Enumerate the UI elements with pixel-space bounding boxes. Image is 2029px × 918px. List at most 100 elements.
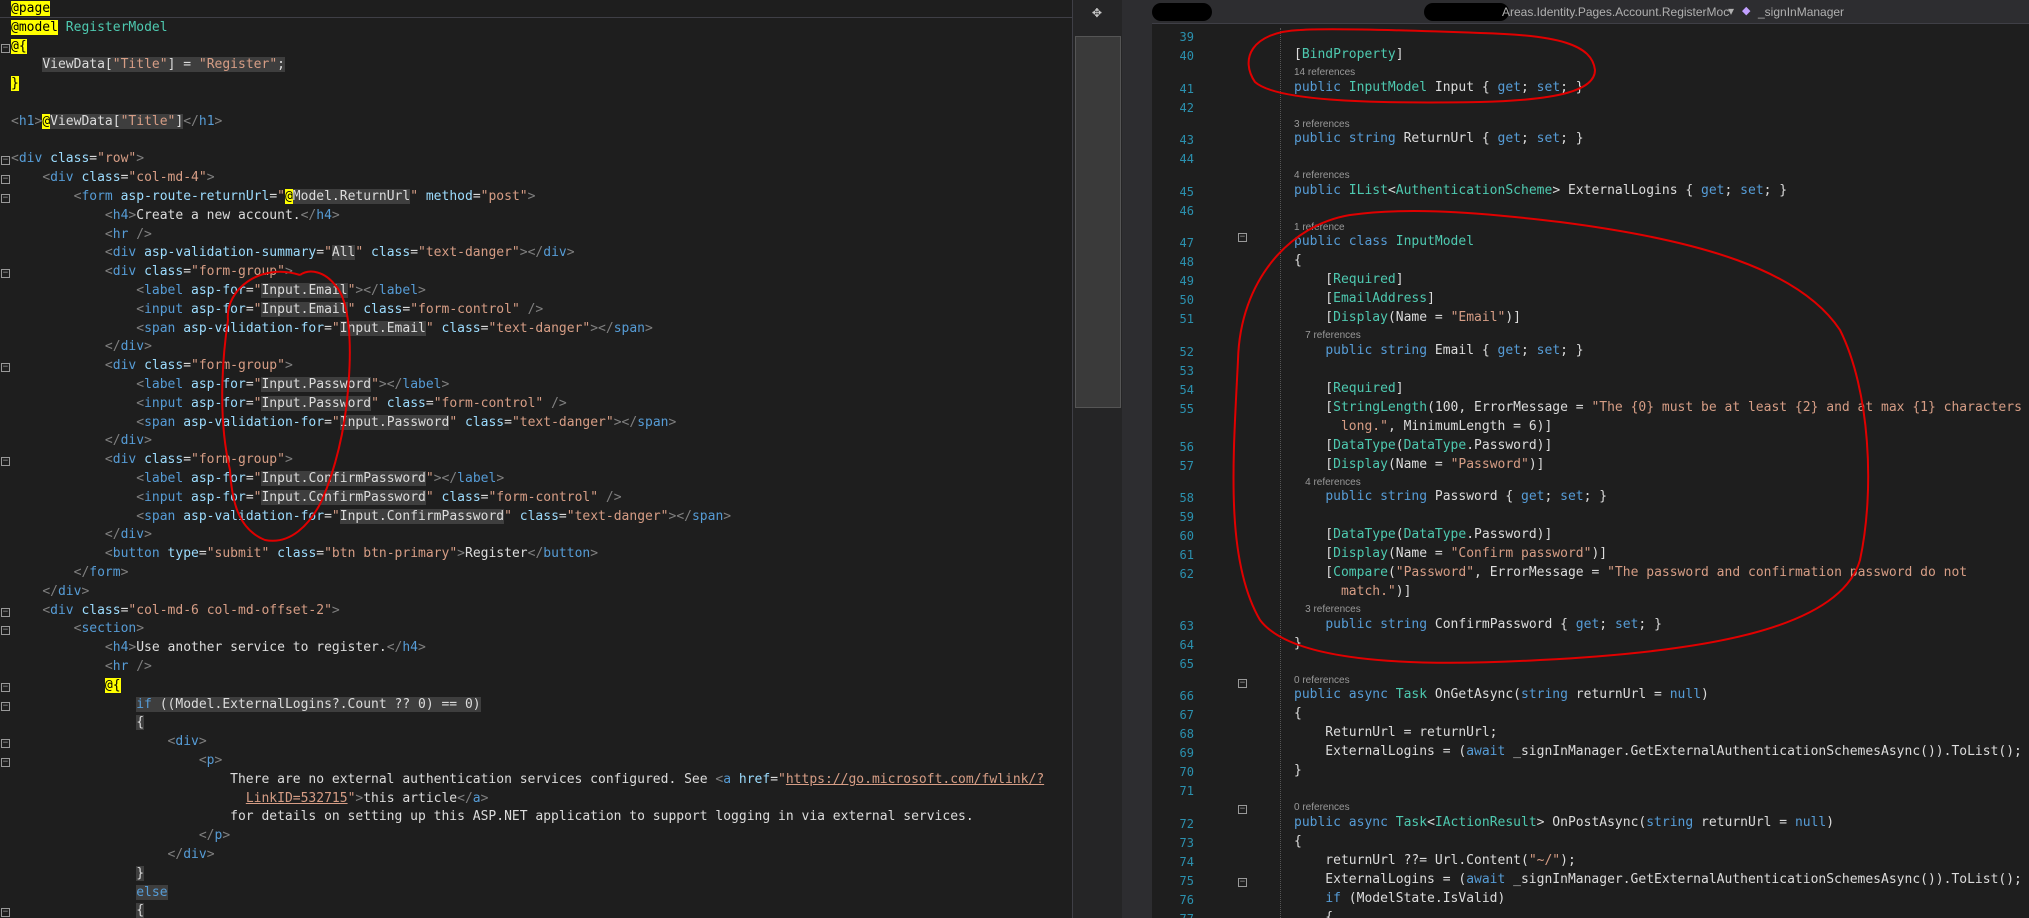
fold-toggle-icon[interactable]: − — [1, 269, 10, 279]
codelens-references[interactable]: 0 references — [1294, 802, 1350, 813]
minimap[interactable] — [1072, 0, 1122, 918]
right-code-line: [Display(Name = "Password")] — [1294, 456, 1545, 472]
right-code-line: [DataType(DataType.Password)] — [1294, 437, 1553, 453]
codelens-references[interactable]: 0 references — [1294, 675, 1350, 686]
right-code-line: returnUrl ??= Url.Content("~/"); — [1294, 852, 1576, 868]
left-code-editor[interactable]: @page @model RegisterModel @{ ViewData["Ti… — [0, 0, 1072, 918]
codelens-references[interactable]: 7 references — [1294, 330, 1361, 341]
right-code-line: public async Task<IActionResult> OnPostA… — [1294, 814, 1835, 830]
left-code-line: <hr /> — [104, 226, 152, 242]
codelens-references[interactable]: 14 references — [1294, 67, 1355, 78]
left-code-line: ViewData["Title"] = "Register"; — [42, 57, 285, 73]
redacted-project-dropdown[interactable] — [1152, 3, 1212, 21]
fold-toggle-icon[interactable]: − — [1, 626, 10, 636]
fold-toggle-icon[interactable]: − — [1, 758, 10, 767]
right-code-line: public string ReturnUrl { get; set; } — [1294, 131, 1584, 146]
left-code-line: else — [136, 884, 168, 900]
fold-toggle-icon[interactable]: − — [1, 156, 10, 166]
line-number: 56 — [1179, 439, 1194, 454]
right-code-line: [Display(Name = "Confirm password")] — [1294, 546, 1608, 561]
left-code-line: <h4>Use another service to register.</h4… — [104, 640, 426, 656]
left-code-line: for details on setting up this ASP.NET a… — [11, 809, 974, 825]
left-code-line: <div asp-validation-summary="All" class=… — [104, 245, 575, 261]
left-code-line: <label asp-for="Input.Password"></label> — [136, 377, 450, 392]
line-number: 61 — [1179, 548, 1194, 562]
right-code-line: public async Task OnGetAsync(string retu… — [1294, 687, 1709, 702]
line-number: 67 — [1179, 708, 1194, 722]
fold-toggle-icon[interactable]: − — [1, 175, 10, 185]
fold-toggle-icon[interactable]: − — [1, 701, 10, 711]
right-code-line: [DataType(DataType.Password)] — [1294, 527, 1553, 542]
line-number: 44 — [1179, 152, 1194, 166]
left-code-line: @model RegisterModel — [11, 19, 168, 35]
type-dropdown[interactable]: Areas.Identity.Pages.Account.RegisterMoc — [1502, 5, 1729, 19]
left-code-line: <hr /> — [104, 659, 152, 674]
fold-toggle-icon[interactable]: − — [1238, 805, 1247, 814]
line-number: 43 — [1179, 133, 1194, 147]
member-dropdown[interactable]: _signInManager — [1758, 5, 1844, 19]
fold-toggle-icon[interactable]: − — [1238, 233, 1247, 242]
left-code-line: { — [136, 903, 145, 918]
left-code-line: <div class="form-group"> — [104, 264, 293, 280]
left-code-line: <span asp-validation-for="Input.Password… — [136, 414, 677, 430]
left-code-line: <h1>@ViewData["Title"]</h1> — [11, 113, 223, 129]
fold-toggle-icon[interactable]: − — [1, 739, 10, 749]
right-code-line: match.")] — [1340, 584, 1412, 599]
line-number: 73 — [1179, 835, 1194, 850]
left-code-line: </div> — [104, 339, 152, 355]
line-number: 65 — [1179, 656, 1194, 671]
fold-toggle-icon[interactable]: − — [1, 682, 10, 692]
line-number: 63 — [1179, 618, 1194, 633]
line-number: 70 — [1179, 765, 1194, 779]
line-number: 75 — [1179, 873, 1194, 888]
codelens-references[interactable]: 4 references — [1294, 170, 1350, 181]
pane-divider[interactable] — [1132, 0, 1152, 918]
line-number: 42 — [1179, 100, 1194, 115]
codelens-references[interactable]: 4 references — [1294, 477, 1361, 488]
left-code-line: <input asp-for="Input.Email" class="form… — [136, 301, 544, 317]
left-code-line: <label asp-for="Input.ConfirmPassword"><… — [136, 471, 505, 486]
minimap-viewport[interactable] — [1075, 36, 1121, 408]
fold-toggle-icon[interactable]: − — [1, 363, 10, 373]
right-code-line: [Compare("Password", ErrorMessage = "The… — [1294, 565, 1968, 580]
navigation-bar: Areas.Identity.Pages.Account.RegisterMoc… — [1152, 0, 2029, 24]
codelens-references[interactable]: 1 reference — [1294, 222, 1345, 233]
line-number: 51 — [1179, 312, 1194, 326]
right-code-line: { — [1294, 833, 1302, 849]
fold-toggle-icon[interactable]: − — [1238, 679, 1247, 688]
fold-toggle-icon[interactable]: − — [1238, 878, 1247, 887]
right-code-editor[interactable]: Areas.Identity.Pages.Account.RegisterMoc… — [1152, 0, 2029, 918]
line-number: 72 — [1179, 816, 1194, 831]
line-number: 57 — [1179, 458, 1194, 473]
fold-toggle-icon[interactable]: − — [1, 194, 10, 203]
line-number: 55 — [1179, 401, 1194, 416]
fold-toggle-icon[interactable]: − — [1, 607, 10, 617]
line-number: 77 — [1152, 912, 1194, 918]
left-code-line: <div class="row"> — [11, 151, 145, 167]
right-code-line: public string Email { get; set; } — [1325, 342, 1584, 358]
left-code-line: LinkID=532715">this article</a> — [245, 790, 489, 806]
line-number: 41 — [1179, 81, 1194, 96]
line-number: 58 — [1179, 491, 1194, 505]
fold-toggle-icon[interactable]: − — [1, 908, 10, 918]
right-code-line: [Display(Name = "Email")] — [1294, 310, 1522, 325]
left-editor-top-border — [0, 0, 1072, 18]
left-code-line: <input asp-for="Input.ConfirmPassword" c… — [136, 489, 622, 505]
line-number: 52 — [1179, 344, 1194, 359]
line-number: 66 — [1179, 689, 1194, 703]
fold-toggle-icon[interactable]: − — [1, 43, 10, 53]
right-code-line: ExternalLogins = (await _signInManager.G… — [1294, 744, 2022, 759]
split-move-icon[interactable]: ✥ — [1082, 2, 1112, 22]
line-number: 47 — [1179, 236, 1194, 250]
left-code-line: } — [136, 865, 145, 881]
codelens-references[interactable]: 3 references — [1294, 119, 1350, 130]
vertical-scrollbar[interactable] — [1122, 0, 1132, 918]
left-code-line: <div class="col-md-6 col-md-offset-2"> — [42, 602, 340, 618]
line-number: 40 — [1179, 49, 1194, 63]
codelens-references[interactable]: 3 references — [1294, 604, 1361, 615]
left-code-line: </div> — [104, 527, 152, 543]
right-code-line: [Required] — [1294, 380, 1404, 396]
chevron-down-icon[interactable]: ▾ — [1728, 4, 1734, 18]
left-code-line: <input asp-for="Input.Password" class="f… — [136, 395, 567, 411]
fold-toggle-icon[interactable]: − — [1, 457, 10, 467]
